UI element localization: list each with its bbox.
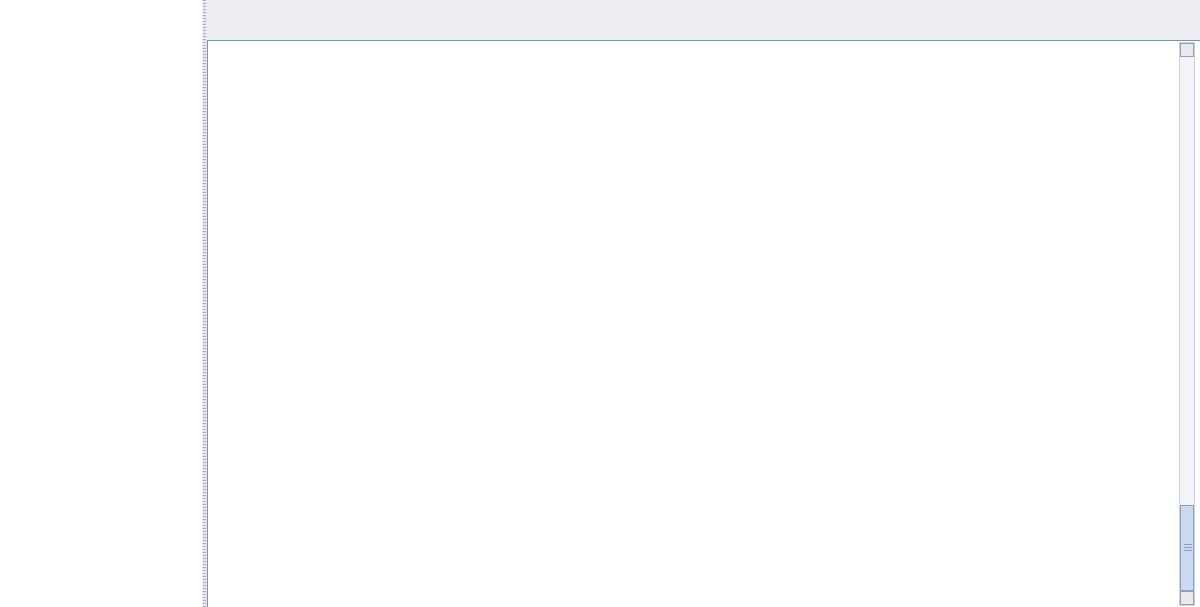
tab-row-1	[207, 0, 1200, 19]
scroll-down-button[interactable]	[1180, 591, 1194, 605]
decompiler-window	[0, 0, 1200, 607]
code-view[interactable]	[207, 40, 1200, 607]
tab-row-2	[207, 19, 1200, 39]
code-text[interactable]	[221, 44, 1180, 607]
editor-area	[207, 0, 1200, 607]
scrollbar-thumb[interactable]	[1180, 505, 1194, 591]
scroll-up-button[interactable]	[1180, 43, 1194, 57]
splitter-grip-icon	[203, 0, 206, 607]
package-tree-panel[interactable]	[0, 0, 202, 607]
scrollbar-grip-icon	[1184, 544, 1192, 552]
vertical-scrollbar[interactable]	[1179, 42, 1195, 606]
